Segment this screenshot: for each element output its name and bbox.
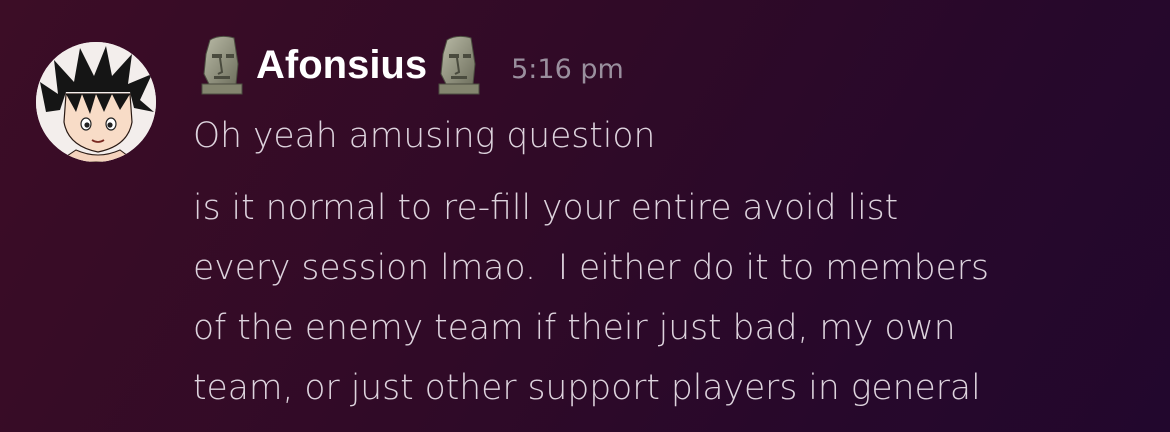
message-line: team, or just other support players in g… — [193, 368, 981, 408]
moai-icon — [433, 34, 485, 96]
moai-icon — [196, 34, 248, 96]
user-avatar[interactable] — [36, 42, 156, 162]
message-line: of the enemy team if their just bad, my … — [193, 308, 956, 348]
message-timestamp[interactable]: 5:16 pm — [511, 54, 624, 85]
username[interactable]: Afonsius — [256, 43, 427, 88]
message-header: Afonsius 5:16 pm — [196, 30, 624, 100]
message-content: Oh yeah amusing question is it normal to… — [193, 106, 1153, 418]
message-line: Oh yeah amusing question — [193, 116, 656, 156]
avatar-image — [36, 42, 156, 162]
message-line: every session lmao. I either do it to me… — [193, 248, 989, 288]
chat-message: Afonsius 5:16 pm Oh yeah amusing questio… — [0, 0, 1170, 432]
message-line: is it normal to re-fill your entire avoi… — [193, 188, 899, 228]
